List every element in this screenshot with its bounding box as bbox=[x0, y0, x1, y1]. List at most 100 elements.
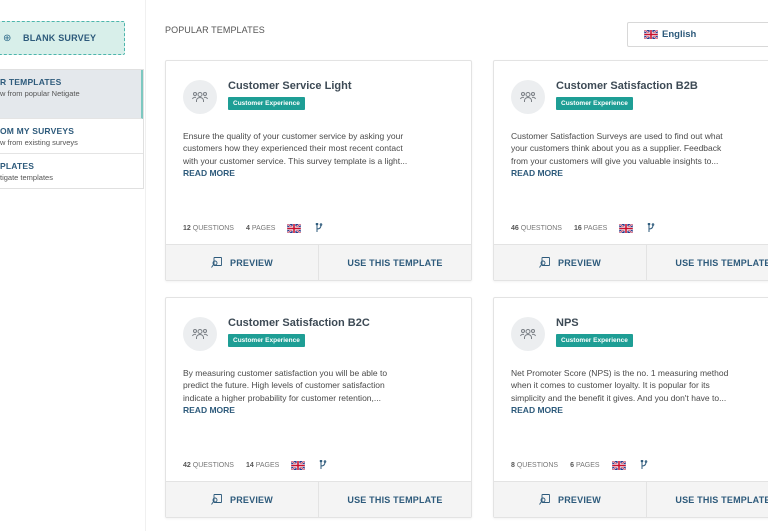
pages-count: 14 PAGES bbox=[246, 462, 279, 469]
sidebar-item-popular-templates[interactable]: R TEMPLATES w from popular Netigate bbox=[0, 70, 143, 119]
template-icon-circle bbox=[183, 80, 217, 114]
uk-flag-icon bbox=[291, 460, 306, 470]
questions-count: 46 QUESTIONS bbox=[511, 225, 562, 232]
preview-button[interactable]: PREVIEW bbox=[494, 482, 646, 517]
uk-flag-icon bbox=[611, 460, 626, 470]
language-selected: English bbox=[662, 29, 697, 40]
use-template-label: USE THIS TEMPLATE bbox=[347, 257, 443, 268]
blank-survey-label: BLANK SURVEY bbox=[23, 33, 97, 43]
branching-logic-icon bbox=[640, 460, 647, 469]
template-card: Customer Satisfaction B2B Customer Exper… bbox=[493, 60, 768, 281]
blank-survey-button[interactable]: ⊕ BLANK SURVEY bbox=[0, 21, 125, 55]
card-actions: PREVIEW USE THIS TEMPLATE bbox=[494, 481, 768, 517]
questions-label: QUESTIONS bbox=[520, 224, 562, 232]
description-line: simplicity and the benefit it gives. And… bbox=[511, 392, 727, 403]
pages-label: PAGES bbox=[575, 461, 600, 469]
read-more-link[interactable]: READ MORE bbox=[511, 404, 768, 416]
card-actions: PREVIEW USE THIS TEMPLATE bbox=[166, 481, 471, 517]
questions-number: 42 bbox=[183, 461, 191, 469]
template-description: Ensure the quality of your customer serv… bbox=[183, 130, 473, 180]
sidebar-item-subtitle: tigate templates bbox=[0, 173, 53, 182]
questions-number: 12 bbox=[183, 224, 191, 232]
questions-label: QUESTIONS bbox=[192, 224, 234, 232]
section-title: POPULAR TEMPLATES bbox=[165, 25, 265, 35]
preview-label: PREVIEW bbox=[558, 494, 601, 505]
description-line: By measuring customer satisfaction you w… bbox=[183, 368, 388, 378]
pages-number: 6 bbox=[570, 461, 574, 469]
template-picker-page: ⊕ BLANK SURVEY R TEMPLATES w from popula… bbox=[0, 0, 768, 531]
pages-label: PAGES bbox=[251, 224, 276, 232]
questions-count: 8 QUESTIONS bbox=[511, 462, 558, 469]
sidebar-item-subtitle: w from existing surveys bbox=[0, 138, 78, 147]
template-meta: 8 QUESTIONS 6 PAGES bbox=[511, 460, 648, 470]
template-title: NPS bbox=[556, 317, 579, 329]
divider bbox=[145, 0, 146, 531]
pages-label: PAGES bbox=[255, 461, 280, 469]
template-meta: 42 QUESTIONS 14 PAGES bbox=[183, 460, 327, 470]
card-actions: PREVIEW USE THIS TEMPLATE bbox=[494, 244, 768, 280]
questions-label: QUESTIONS bbox=[192, 461, 234, 469]
sidebar-list: R TEMPLATES w from popular Netigate OM M… bbox=[0, 69, 144, 189]
template-card: NPS Customer Experience Net Promoter Sco… bbox=[493, 297, 768, 518]
description-line: indicate a higher probability for custom… bbox=[183, 392, 381, 403]
template-icon-circle bbox=[511, 80, 545, 114]
template-description: By measuring customer satisfaction you w… bbox=[183, 367, 473, 417]
use-template-button[interactable]: USE THIS TEMPLATE bbox=[646, 482, 768, 517]
questions-number: 8 bbox=[511, 461, 515, 469]
template-description: Customer Satisfaction Surveys are used t… bbox=[511, 130, 768, 180]
preview-magnifier-icon bbox=[211, 494, 222, 505]
users-group-icon bbox=[520, 92, 536, 102]
template-meta: 46 QUESTIONS 16 PAGES bbox=[511, 223, 655, 233]
questions-count: 42 QUESTIONS bbox=[183, 462, 234, 469]
users-group-icon bbox=[520, 329, 536, 339]
description-line: your customers think about you as a supp… bbox=[511, 143, 722, 154]
branching-logic-icon bbox=[648, 223, 655, 232]
description-line: customers how they experienced their mos… bbox=[183, 143, 403, 154]
uk-flag-icon bbox=[619, 223, 634, 233]
pages-count: 4 PAGES bbox=[246, 225, 275, 232]
description-line: from your customers will give you valuab… bbox=[511, 155, 719, 166]
template-card: Customer Service Light Customer Experien… bbox=[165, 60, 472, 281]
pages-number: 4 bbox=[245, 224, 250, 232]
template-icon-circle bbox=[511, 317, 545, 351]
users-group-icon bbox=[192, 329, 208, 339]
use-template-button[interactable]: USE THIS TEMPLATE bbox=[318, 245, 471, 280]
description-line: when it comes to customer loyalty. It is… bbox=[511, 380, 710, 391]
use-template-button[interactable]: USE THIS TEMPLATE bbox=[318, 482, 471, 517]
questions-label: QUESTIONS bbox=[516, 461, 559, 469]
sidebar: ⊕ BLANK SURVEY R TEMPLATES w from popula… bbox=[0, 0, 145, 531]
description-line: with your customer service. This survey … bbox=[183, 155, 408, 166]
sidebar-item-templates[interactable]: PLATES tigate templates bbox=[0, 154, 143, 188]
preview-button[interactable]: PREVIEW bbox=[166, 482, 318, 517]
preview-magnifier-icon bbox=[539, 257, 550, 268]
pages-count: 6 PAGES bbox=[570, 462, 599, 469]
branching-logic-icon bbox=[316, 223, 323, 232]
description-line: Customer Satisfaction Surveys are used t… bbox=[511, 131, 723, 141]
read-more-link[interactable]: READ MORE bbox=[183, 167, 473, 179]
read-more-link[interactable]: READ MORE bbox=[183, 404, 473, 416]
template-title: Customer Satisfaction B2C bbox=[228, 317, 370, 329]
use-template-label: USE THIS TEMPLATE bbox=[675, 257, 768, 268]
questions-count: 12 QUESTIONS bbox=[183, 225, 234, 232]
pages-number: 16 bbox=[573, 224, 582, 232]
category-tag: Customer Experience bbox=[556, 334, 633, 347]
preview-button[interactable]: PREVIEW bbox=[494, 245, 646, 280]
template-icon-circle bbox=[183, 317, 217, 351]
branching-logic-icon bbox=[320, 460, 327, 469]
sidebar-item-subtitle: w from popular Netigate bbox=[0, 89, 80, 98]
sidebar-item-title: OM MY SURVEYS bbox=[0, 126, 75, 136]
description-line: Ensure the quality of your customer serv… bbox=[183, 131, 404, 141]
sidebar-item-from-my-surveys[interactable]: OM MY SURVEYS w from existing surveys bbox=[0, 119, 143, 154]
use-template-label: USE THIS TEMPLATE bbox=[347, 494, 443, 505]
users-group-icon bbox=[192, 92, 208, 102]
questions-number: 46 bbox=[511, 224, 519, 232]
pages-number: 14 bbox=[245, 461, 254, 469]
pages-count: 16 PAGES bbox=[574, 225, 607, 232]
use-template-button[interactable]: USE THIS TEMPLATE bbox=[646, 245, 768, 280]
language-select[interactable]: English bbox=[627, 22, 768, 47]
read-more-link[interactable]: READ MORE bbox=[511, 167, 768, 179]
sidebar-item-title: R TEMPLATES bbox=[0, 77, 62, 87]
preview-button[interactable]: PREVIEW bbox=[166, 245, 318, 280]
use-template-label: USE THIS TEMPLATE bbox=[675, 494, 768, 505]
category-tag: Customer Experience bbox=[556, 97, 633, 110]
